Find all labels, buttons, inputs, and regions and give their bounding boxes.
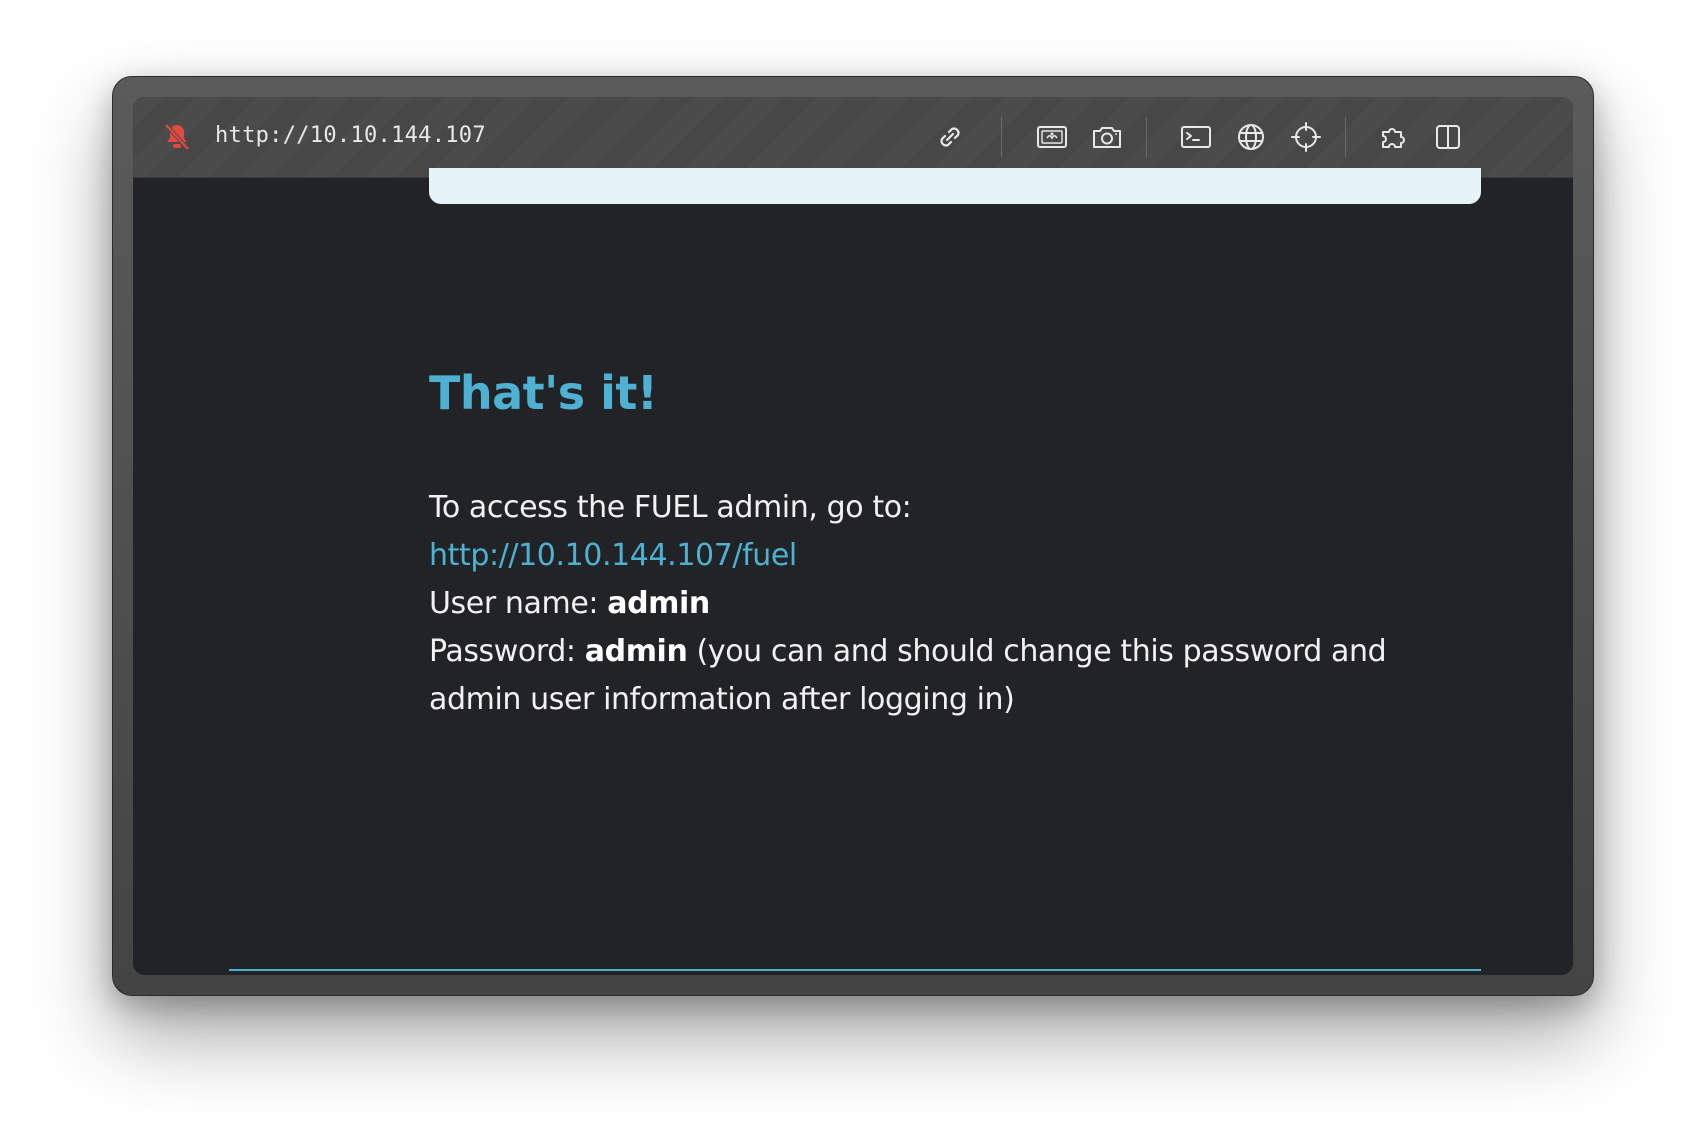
- lock-slash-icon[interactable]: [161, 121, 193, 153]
- image-icon[interactable]: [1033, 118, 1071, 156]
- section-divider: [229, 969, 1481, 971]
- puzzle-icon[interactable]: [1376, 118, 1414, 156]
- toolbar-separator: [1001, 117, 1002, 157]
- username-value: admin: [607, 586, 710, 621]
- password-line: Password: admin (you can and should chan…: [429, 628, 1429, 724]
- username-label: User name:: [429, 586, 599, 621]
- browser-window: http://10.10.144.107 That's it! To acces…: [112, 76, 1594, 996]
- username-line: User name: admin: [429, 580, 1429, 628]
- browser-frame: http://10.10.144.107 That's it! To acces…: [133, 97, 1573, 975]
- address-bar-url[interactable]: http://10.10.144.107: [215, 123, 486, 148]
- instructions: To access the FUEL admin, go to: http://…: [429, 484, 1429, 724]
- crosshair-icon[interactable]: [1287, 118, 1325, 156]
- fuel-admin-link[interactable]: http://10.10.144.107/fuel: [429, 538, 797, 573]
- info-banner: [429, 168, 1481, 204]
- globe-icon[interactable]: [1232, 118, 1270, 156]
- toolbar-separator: [1146, 117, 1147, 157]
- toolbar-separator: [1345, 117, 1346, 157]
- split-view-icon[interactable]: [1429, 118, 1467, 156]
- terminal-icon[interactable]: [1177, 118, 1215, 156]
- link-icon[interactable]: [931, 118, 969, 156]
- camera-icon[interactable]: [1088, 118, 1126, 156]
- intro-text: To access the FUEL admin, go to:: [429, 490, 912, 525]
- browser-toolbar: http://10.10.144.107: [133, 97, 1573, 178]
- password-label: Password:: [429, 634, 576, 669]
- page-heading: That's it!: [429, 366, 658, 420]
- password-value: admin: [584, 634, 688, 669]
- page-content: That's it! To access the FUEL admin, go …: [133, 168, 1573, 975]
